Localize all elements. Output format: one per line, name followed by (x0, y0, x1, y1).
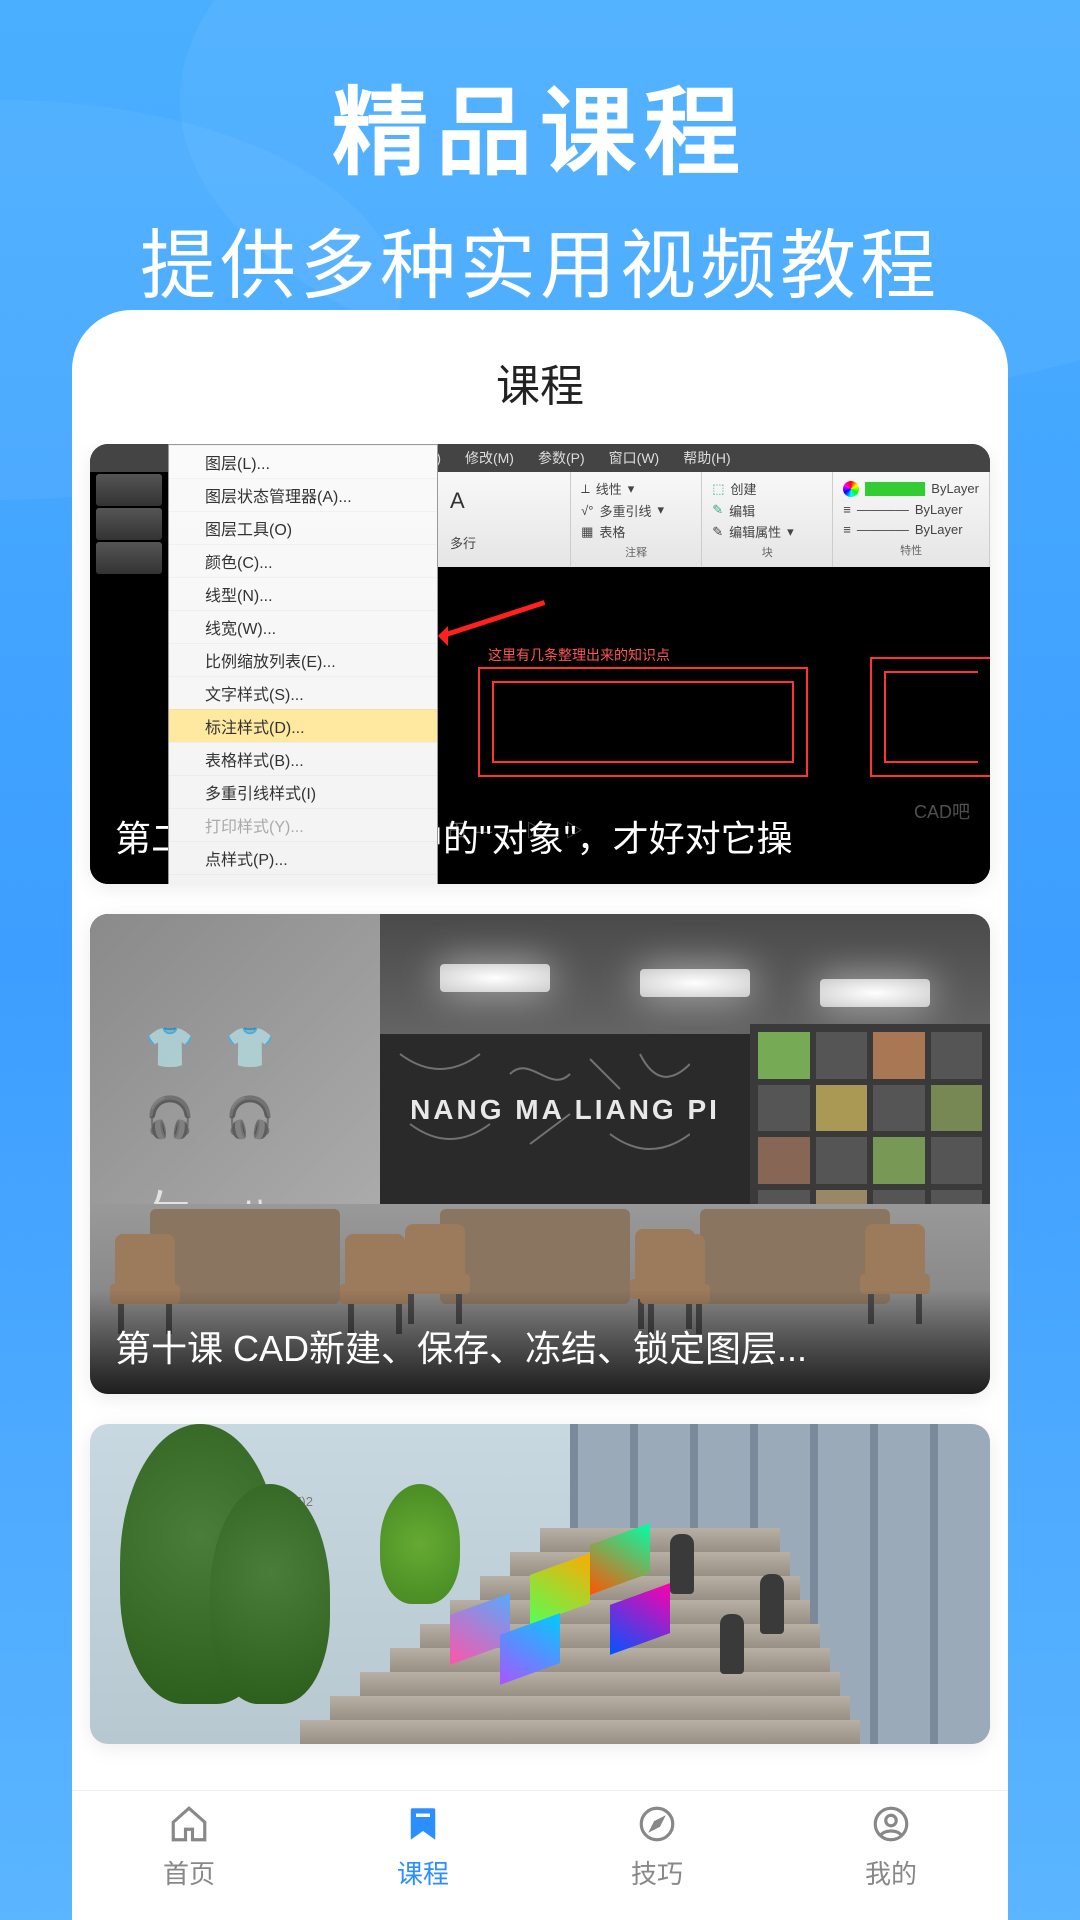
home-icon (165, 1800, 213, 1848)
tab-profile[interactable]: 我的 (774, 1791, 1008, 1900)
cad-ribbon-group-title: 特性 (843, 542, 979, 558)
cad-dropdown-item: 图层工具(O) (169, 511, 437, 544)
cad-rectangle-shape (870, 657, 990, 777)
course-list[interactable]: 格式(O) 工具(T) 绘图(D) 标注(N) 修改(M) 参数(P) 窗口(W… (72, 444, 1008, 1790)
cad-ribbon-label: ByLayer (915, 502, 963, 517)
cad-menu-item: 窗口(W) (597, 444, 672, 472)
cad-ribbon-label: 编辑 (729, 501, 755, 520)
cad-format-dropdown: 图层(L)... 图层状态管理器(A)... 图层工具(O) 颜色(C)... … (168, 444, 438, 884)
tab-label: 首页 (163, 1854, 215, 1891)
cad-ribbon-group-title: 块 (712, 544, 822, 560)
chalkboard-doodle (390, 1044, 690, 1194)
tab-tips[interactable]: 技巧 (540, 1791, 774, 1900)
cad-dropdown-item: 点样式(P)... (169, 841, 437, 874)
cad-dropdown-item: 多线样式(M)... (169, 874, 437, 884)
cad-dropdown-item: 颜色(C)... (169, 544, 437, 577)
cad-annotation-text: 这里有几条整理出来的知识点 (488, 645, 670, 665)
cad-ribbon-label: 创建 (730, 479, 756, 498)
cad-dropdown-item: 比例缩放列表(E)... (169, 643, 437, 676)
person-figure (670, 1534, 694, 1594)
ceiling-light (820, 979, 930, 1007)
cad-dropdown-item: 文字样式(S)... (169, 676, 437, 709)
course-thumbnail-stairs: F3.000(N7)2 F3.000(N7)3 (90, 1424, 990, 1744)
cad-dropdown-item: 多重引线样式(I) (169, 775, 437, 808)
course-card[interactable]: F3.000(N7)2 F3.000(N7)3 (90, 1424, 990, 1744)
bookmark-icon (399, 1800, 447, 1848)
cad-rectangle-shape (478, 667, 808, 777)
page-title: 课程 (72, 310, 1008, 444)
tab-home[interactable]: 首页 (72, 1791, 306, 1900)
cad-ribbon-label: 线性 (596, 479, 622, 498)
planter-shrub (380, 1484, 460, 1604)
tab-label: 技巧 (631, 1854, 683, 1891)
wall-decoration-icon: 👕 (225, 1024, 275, 1071)
course-title: 第十课 CAD新建、保存、冻结、锁定图层... (90, 1290, 990, 1394)
interior-chalkboard-wall: NANG MA LIANG PI (380, 1034, 750, 1214)
phone-frame: 课程 格式(O) 工具(T) 绘图(D) 标注(N) 修改(M) 参数(P) 窗… (72, 310, 1008, 1920)
cad-dropdown-item: 图层状态管理器(A)... (169, 478, 437, 511)
tab-label: 我的 (865, 1854, 917, 1891)
cad-menu-item: 修改(M) (453, 444, 526, 472)
cad-ribbon-text: A (450, 488, 465, 514)
promo-header: 精品课程 提供多种实用视频教程 (0, 0, 1080, 314)
wall-decoration-icon: 🎧 (225, 1094, 275, 1141)
bottom-tab-bar: 首页 课程 技巧 我的 (72, 1790, 1008, 1920)
person-figure (720, 1614, 744, 1674)
cad-menu-item: 帮助(H) (671, 444, 742, 472)
promo-title: 精品课程 (0, 55, 1080, 194)
wall-decoration-icon: 👕 (145, 1024, 195, 1071)
cad-ribbon-label: 多重引线 (599, 501, 651, 520)
ceiling-light (440, 964, 550, 992)
course-card[interactable]: 👕 👕 🎧 🎧 ㄉ 八 NANG MA LIANG PI (90, 914, 990, 1394)
person-figure (760, 1574, 784, 1634)
cad-ribbon-group-title: 注释 (581, 544, 691, 560)
wall-decoration-icon: 🎧 (145, 1094, 195, 1141)
cad-ribbon-label: 表格 (599, 522, 625, 541)
cad-dropdown-item-highlighted: 标注样式(D)... (169, 709, 437, 742)
cad-ribbon-label: 编辑属性 (729, 522, 781, 541)
cad-menu-item: 参数(P) (526, 444, 597, 472)
cad-ribbon-label: ByLayer (915, 522, 963, 537)
tab-label: 课程 (397, 1854, 449, 1891)
cad-ribbon-label: ByLayer (931, 481, 979, 496)
course-card[interactable]: 格式(O) 工具(T) 绘图(D) 标注(N) 修改(M) 参数(P) 窗口(W… (90, 444, 990, 884)
compass-icon (633, 1800, 681, 1848)
cad-dropdown-item: 线宽(W)... (169, 610, 437, 643)
tab-courses[interactable]: 课程 (306, 1791, 540, 1900)
cad-dropdown-item: 表格样式(B)... (169, 742, 437, 775)
outdoor-stairs (300, 1444, 860, 1744)
cad-dropdown-item: 图层(L)... (169, 445, 437, 478)
cad-dropdown-item-disabled: 打印样式(Y)... (169, 808, 437, 841)
promo-subtitle: 提供多种实用视频教程 (0, 204, 1080, 314)
cad-ribbon-label: 多行 (450, 533, 560, 552)
user-icon (867, 1800, 915, 1848)
cad-dropdown-item: 线型(N)... (169, 577, 437, 610)
ceiling-light (640, 969, 750, 997)
